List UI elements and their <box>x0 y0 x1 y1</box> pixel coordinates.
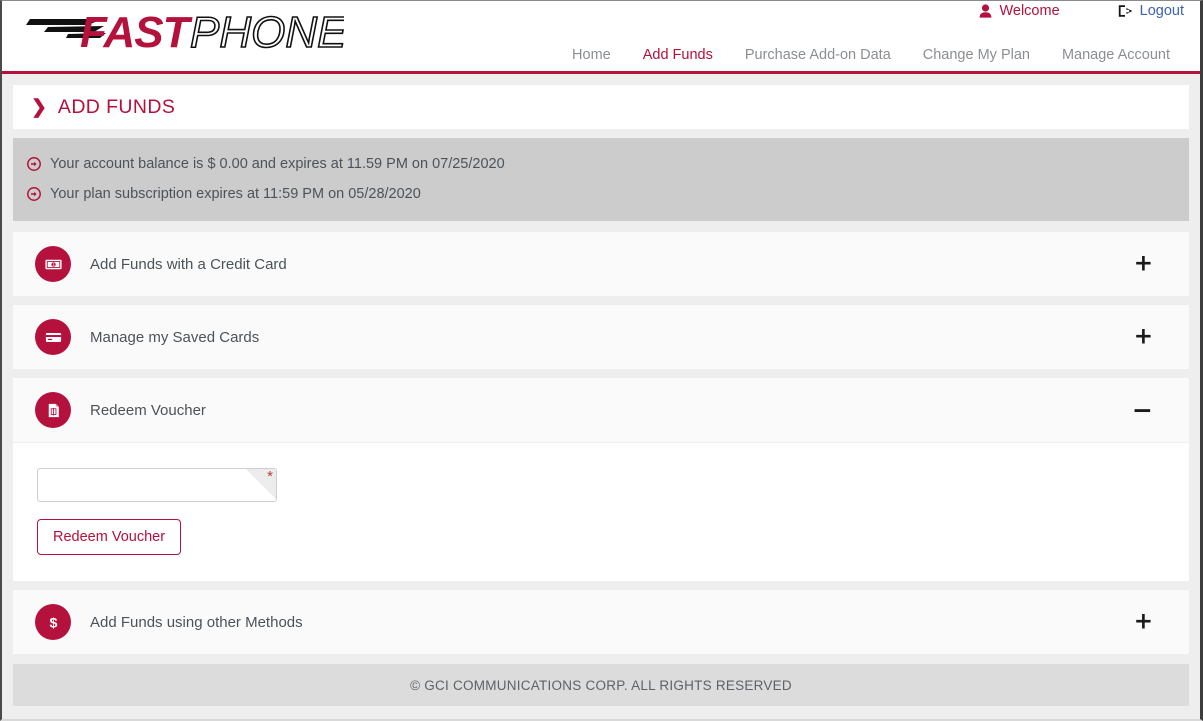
nav-item-manage-account[interactable]: Manage Account <box>1046 43 1186 67</box>
arrow-circle-right-icon <box>27 187 41 201</box>
chevron-right-icon: ❯ <box>31 96 47 118</box>
copyright-text: © GCI COMMUNICATIONS CORP. ALL RIGHTS RE… <box>410 677 792 693</box>
accordion-collapse-toggle[interactable]: − <box>1132 398 1153 423</box>
arrow-circle-right-icon <box>27 157 41 171</box>
main-navigation: Home Add Funds Purchase Add-on Data Chan… <box>556 43 1186 67</box>
page-body: ❯ ADD FUNDS Your account balance is $ 0.… <box>2 74 1200 719</box>
accordion-label: Add Funds with a Credit Card <box>90 255 287 273</box>
dollar-sign-icon: $ <box>35 604 71 640</box>
logout-link[interactable]: Logout <box>1118 3 1184 19</box>
site-footer: © GCI COMMUNICATIONS CORP. ALL RIGHTS RE… <box>13 664 1189 706</box>
notice-row: Your plan subscription expires at 11:59 … <box>27 182 1189 206</box>
accordion-expand-toggle[interactable]: + <box>1134 610 1153 634</box>
svg-text:$: $ <box>49 615 57 631</box>
accordion-section-saved-cards: Manage my Saved Cards + <box>13 305 1189 369</box>
user-icon <box>979 4 992 18</box>
account-notice-bar: Your account balance is $ 0.00 and expir… <box>13 138 1189 221</box>
notice-text: Your account balance is $ 0.00 and expir… <box>50 156 505 172</box>
nav-item-purchase-add-on-data[interactable]: Purchase Add-on Data <box>729 43 907 67</box>
account-links: Welcome Logout <box>979 3 1184 19</box>
nav-item-add-funds[interactable]: Add Funds <box>627 43 729 67</box>
redeem-voucher-panel: * Redeem Voucher <box>13 442 1189 581</box>
accordion-section-redeem-voucher: Redeem Voucher − * Redeem Voucher <box>13 378 1189 581</box>
nav-item-change-my-plan[interactable]: Change My Plan <box>907 43 1046 67</box>
welcome-link[interactable]: Welcome <box>979 3 1060 19</box>
notice-text: Your plan subscription expires at 11:59 … <box>50 186 421 202</box>
accordion-label: Add Funds using other Methods <box>90 613 303 631</box>
welcome-label: Welcome <box>999 3 1060 19</box>
page-title: ADD FUNDS <box>57 95 176 118</box>
fastphone-logo[interactable]: FAST PHONE <box>24 5 344 61</box>
accordion-section-other-methods: $ Add Funds using other Methods + <box>13 590 1189 654</box>
site-header: FAST PHONE Welcome Logout Home Add Funds… <box>2 1 1200 74</box>
accordion-section-credit-card: 1 Add Funds with a Credit Card + <box>13 232 1189 296</box>
accordion-header-redeem-voucher[interactable]: Redeem Voucher − <box>13 378 1189 442</box>
credit-card-icon <box>35 319 71 355</box>
nav-item-home[interactable]: Home <box>556 43 627 67</box>
logout-label: Logout <box>1139 3 1184 19</box>
add-funds-accordion: 1 Add Funds with a Credit Card + Manage … <box>13 232 1189 654</box>
page-title-card: ❯ ADD FUNDS <box>13 85 1189 129</box>
money-bill-icon: 1 <box>35 246 71 282</box>
browser-window: FAST PHONE Welcome Logout Home Add Funds… <box>0 0 1203 721</box>
svg-text:PHONE: PHONE <box>190 8 344 57</box>
voucher-document-icon <box>35 392 71 428</box>
notice-row: Your account balance is $ 0.00 and expir… <box>27 152 1189 176</box>
logout-icon <box>1118 4 1133 18</box>
svg-text:FAST: FAST <box>80 8 193 57</box>
voucher-code-input[interactable] <box>37 468 277 502</box>
redeem-voucher-button[interactable]: Redeem Voucher <box>37 519 182 555</box>
voucher-input-wrapper: * <box>37 468 277 502</box>
accordion-header-credit-card[interactable]: 1 Add Funds with a Credit Card + <box>13 232 1189 296</box>
accordion-label: Manage my Saved Cards <box>90 328 260 346</box>
accordion-expand-toggle[interactable]: + <box>1134 325 1153 349</box>
accordion-header-saved-cards[interactable]: Manage my Saved Cards + <box>13 305 1189 369</box>
accordion-label: Redeem Voucher <box>90 401 206 419</box>
accordion-header-other-methods[interactable]: $ Add Funds using other Methods + <box>13 590 1189 654</box>
accordion-expand-toggle[interactable]: + <box>1134 252 1153 276</box>
